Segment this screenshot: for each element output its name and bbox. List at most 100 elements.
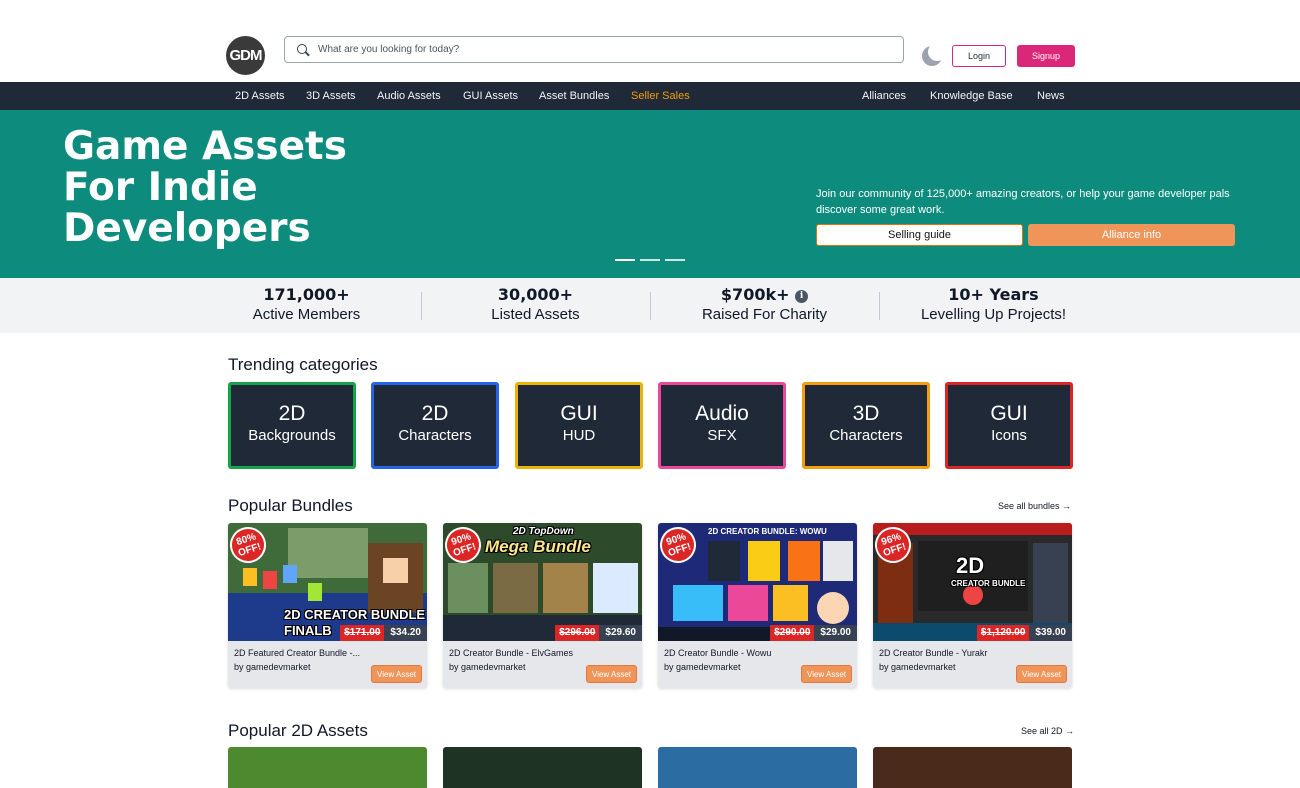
bundle-thumbnail[interactable]: 80% OFF! 2D CREATOR BUNDLE FINALB $171.00… (228, 523, 427, 641)
category-sub-label: Characters (829, 427, 903, 444)
category-sub-label: SFX (707, 427, 737, 444)
stat-label: Levelling Up Projects! (920, 306, 1067, 323)
price-tag: $296.00 $29.60 (555, 625, 642, 641)
bundle-card[interactable]: 90% OFF! 2D TopDown Mega Bundle $296.00 $… (443, 523, 642, 688)
category-main-label: 3D (852, 402, 880, 425)
stat-value-row: $700k+ i (650, 285, 879, 304)
asset-thumbnail[interactable] (228, 747, 427, 788)
info-icon[interactable]: i (795, 290, 809, 303)
bundle-title[interactable]: 2D Creator Bundle - Yurakr (879, 648, 1064, 658)
bundle-author[interactable]: by gamedevmarket (449, 662, 526, 672)
site-header: GDM Login Signup (0, 0, 1300, 82)
category-sub-label: HUD (562, 427, 596, 444)
price-tag: $171.00 $34.20 (340, 625, 427, 641)
old-price: $296.00 (555, 625, 600, 641)
trending-title: Trending categories (228, 355, 378, 374)
nav-audio-assets[interactable]: Audio Assets (377, 82, 441, 110)
nav-asset-bundles[interactable]: Asset Bundles (539, 82, 609, 110)
category-tile[interactable]: GUI HUD (515, 382, 643, 469)
bundle-title[interactable]: 2D Featured Creator Bundle -... (234, 648, 419, 658)
nav-seller-sales[interactable]: Seller Sales (631, 82, 690, 110)
bundle-title[interactable]: 2D Creator Bundle - ElvGames (449, 648, 634, 658)
see-all-2d-link[interactable]: See all 2D → (1021, 726, 1074, 736)
carousel-dot[interactable] (640, 259, 660, 261)
bundle-card[interactable]: 90% OFF! 2D CREATOR BUNDLE: WOWU $290.00 … (658, 523, 857, 688)
asset-thumbnail[interactable] (658, 747, 857, 788)
nav-2d-assets[interactable]: 2D Assets (235, 82, 285, 110)
see-all-bundles-link[interactable]: See all bundles → (998, 501, 1071, 511)
nav-alliances[interactable]: Alliances (862, 82, 906, 110)
stat-charity: $700k+ i Raised For Charity (650, 278, 879, 333)
category-tile[interactable]: Audio SFX (658, 382, 786, 469)
view-asset-button[interactable]: View Asset (371, 665, 422, 683)
hero-title: Game Assets For Indie Developers (63, 126, 483, 249)
selling-guide-button[interactable]: Selling guide (816, 224, 1023, 246)
stat-years: 10+ Years Levelling Up Projects! (879, 278, 1108, 333)
old-price: $171.00 (340, 625, 385, 641)
view-asset-button[interactable]: View Asset (1016, 665, 1067, 683)
stat-label: Raised For Charity (701, 306, 828, 323)
stat-label: Listed Assets (491, 306, 580, 323)
dark-mode-toggle-icon[interactable] (922, 43, 946, 66)
nav-news[interactable]: News (1037, 82, 1065, 110)
asset-thumbnail[interactable] (873, 747, 1072, 788)
bundle-caption: FINALB (284, 623, 332, 638)
new-price: $29.60 (599, 625, 642, 641)
old-price: $290.00 (770, 625, 815, 641)
category-sub-label: Characters (398, 427, 472, 444)
hero-title-line: For Indie (63, 165, 258, 210)
asset-thumbnail[interactable] (443, 747, 642, 788)
bundle-title[interactable]: 2D Creator Bundle - Wowu (664, 648, 849, 658)
new-price: $29.00 (814, 625, 857, 641)
view-asset-button[interactable]: View Asset (586, 665, 637, 683)
stat-value: 30,000+ (497, 285, 574, 304)
bundle-caption: 2D (956, 553, 985, 578)
bundle-thumbnail[interactable]: 90% OFF! 2D CREATOR BUNDLE: WOWU $290.00 … (658, 523, 857, 641)
bundle-author[interactable]: by gamedevmarket (234, 662, 311, 672)
bundle-thumbnail[interactable]: 90% OFF! 2D TopDown Mega Bundle $296.00 $… (443, 523, 642, 641)
category-main-label: 2D (421, 402, 449, 425)
category-tile[interactable]: 2D Backgrounds (228, 382, 356, 469)
hero-banner: Game Assets For Indie Developers Join ou… (0, 110, 1300, 278)
new-price: $34.20 (384, 625, 427, 641)
category-tile[interactable]: 3D Characters (802, 382, 930, 469)
popular-2d-title: Popular 2D Assets (228, 721, 368, 740)
category-sub-label: Icons (991, 427, 1027, 444)
login-button[interactable]: Login (952, 45, 1006, 67)
bundle-thumbnail[interactable]: 96% OFF! 2D CREATOR BUNDLE $1,120.00 $39.… (873, 523, 1072, 641)
stat-value: 171,000+ (263, 285, 350, 304)
site-logo[interactable]: GDM (226, 36, 265, 75)
stat-assets: 30,000+ Listed Assets (421, 278, 650, 333)
price-tag: $1,120.00 $39.00 (976, 625, 1072, 641)
category-tile[interactable]: 2D Characters (371, 382, 499, 469)
bundle-caption: Mega Bundle (485, 537, 591, 556)
nav-3d-assets[interactable]: 3D Assets (306, 82, 356, 110)
stat-members: 171,000+ Active Members (192, 278, 421, 333)
carousel-dot[interactable] (665, 259, 685, 261)
old-price: $1,120.00 (976, 625, 1030, 641)
carousel-dot[interactable] (615, 259, 635, 261)
bundle-card[interactable]: 80% OFF! 2D CREATOR BUNDLE FINALB $171.00… (228, 523, 427, 688)
stat-label: Active Members (252, 306, 361, 323)
signup-button[interactable]: Signup (1017, 45, 1075, 67)
nav-gui-assets[interactable]: GUI Assets (463, 82, 518, 110)
stat-value: $700k+ (720, 285, 790, 304)
main-nav: 2D Assets 3D Assets Audio Assets GUI Ass… (0, 82, 1300, 110)
nav-knowledge-base[interactable]: Knowledge Base (930, 82, 1013, 110)
bundle-card[interactable]: 96% OFF! 2D CREATOR BUNDLE $1,120.00 $39.… (873, 523, 1072, 688)
bundle-author[interactable]: by gamedevmarket (879, 662, 956, 672)
category-tile[interactable]: GUI Icons (945, 382, 1073, 469)
hero-description: Join our community of 125,000+ amazing c… (816, 188, 1230, 216)
alliance-info-button[interactable]: Alliance info (1028, 224, 1235, 246)
category-main-label: GUI (560, 402, 598, 425)
bundles-title: Popular Bundles (228, 496, 353, 515)
stat-value: 10+ Years (948, 285, 1039, 304)
bundle-author[interactable]: by gamedevmarket (664, 662, 741, 672)
bundle-caption: 2D CREATOR BUNDLE: WOWU (708, 527, 827, 536)
search-bar[interactable] (284, 36, 904, 63)
search-input[interactable] (318, 44, 878, 55)
view-asset-button[interactable]: View Asset (801, 665, 852, 683)
category-main-label: GUI (990, 402, 1028, 425)
new-price: $39.00 (1029, 625, 1072, 641)
bundle-caption: 2D CREATOR BUNDLE (284, 607, 426, 622)
